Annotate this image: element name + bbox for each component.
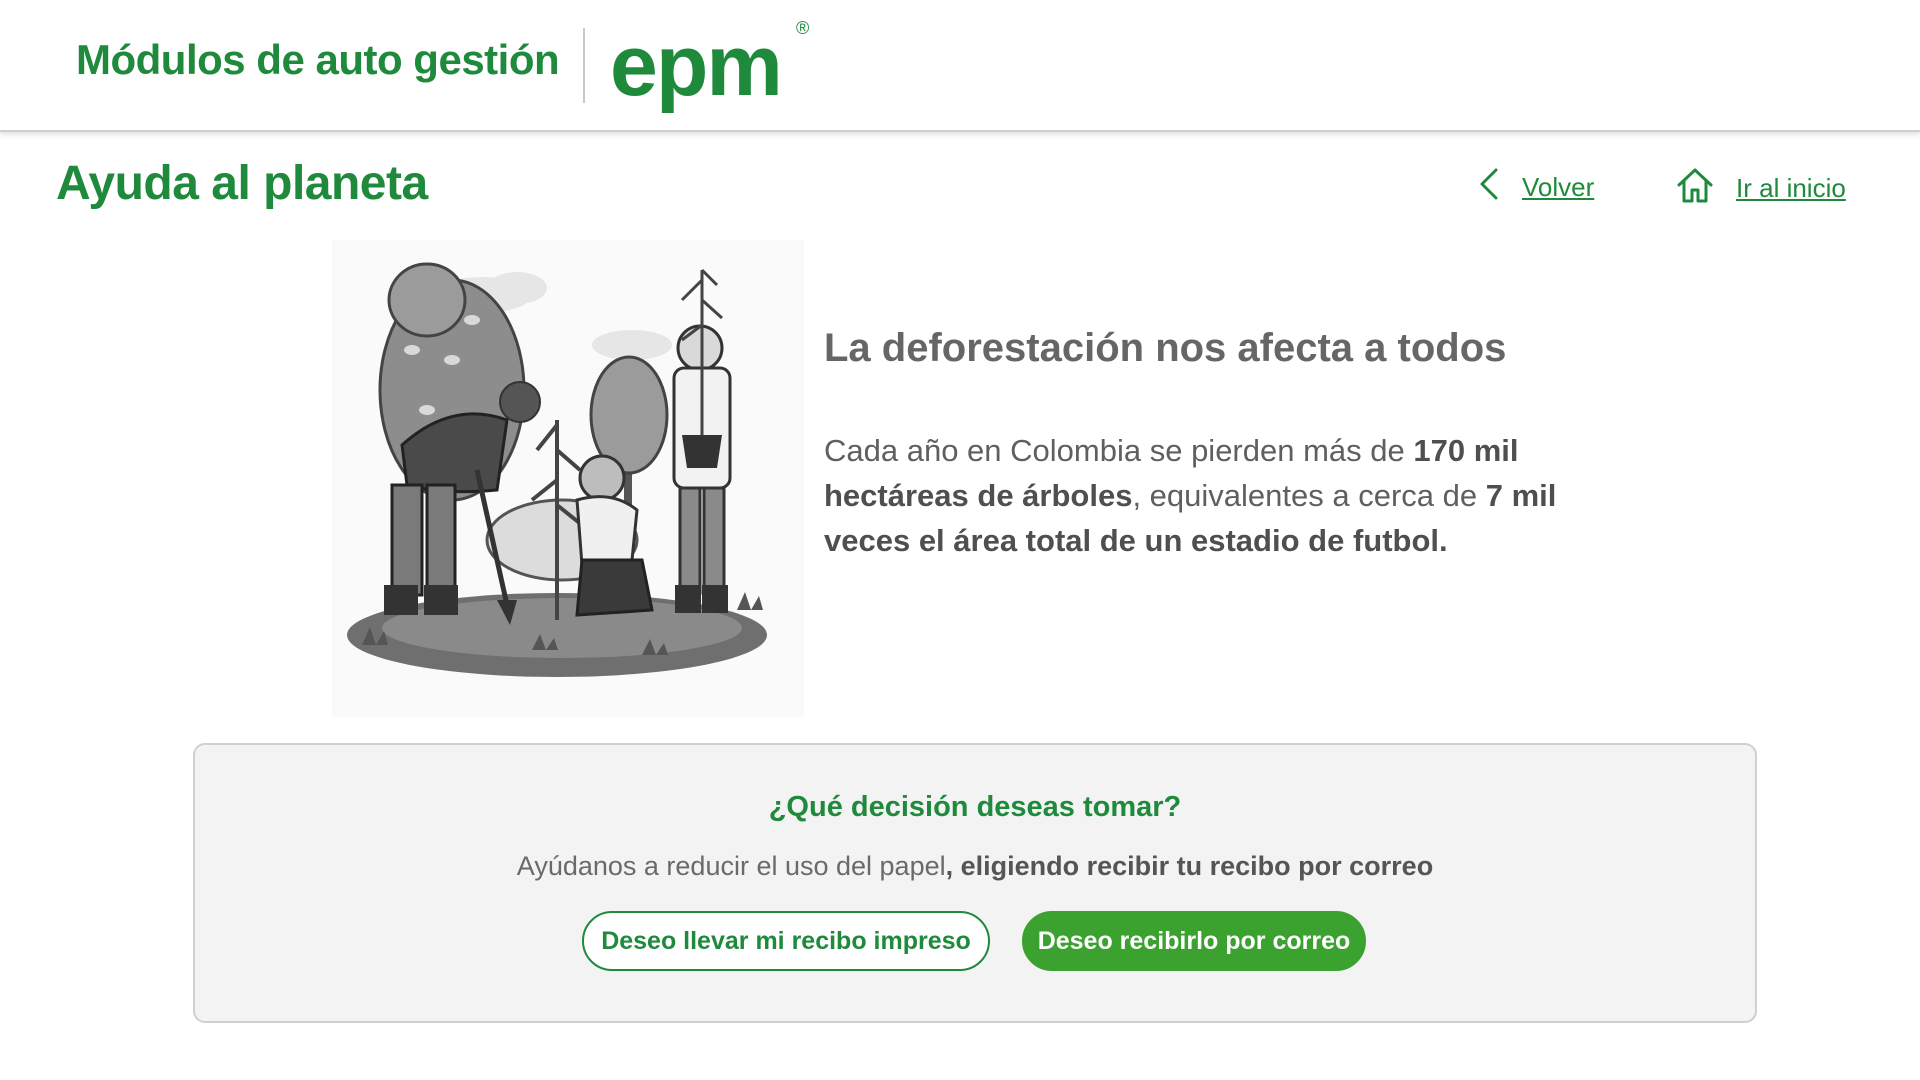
- decision-title: ¿Qué decisión deseas tomar?: [768, 791, 1182, 823]
- app-title: Módulos de auto gestión: [76, 36, 560, 83]
- back-label[interactable]: Volver: [1522, 172, 1594, 203]
- info-body-text: Cada año en Colombia se pierden más de: [824, 433, 1414, 468]
- logo-text: epm: [610, 18, 783, 114]
- page-title: Ayuda al planeta: [56, 157, 428, 210]
- people-planting-trees-illustration: [332, 240, 804, 718]
- decision-text: Ayúdanos a reducir el uso del papel, eli…: [195, 851, 1755, 882]
- top-header: Módulos de auto gestión epm ®: [0, 0, 1920, 132]
- home-link[interactable]: Ir al inicio: [1676, 166, 1846, 211]
- email-receipt-button[interactable]: Deseo recibirlo por correo: [1022, 911, 1366, 971]
- info-body-text: .: [1439, 523, 1448, 558]
- decision-card: ¿Qué decisión deseas tomar? Ayúdanos a r…: [193, 743, 1757, 1023]
- info-body-text: , equivalentes a cerca de: [1132, 478, 1486, 513]
- decision-text-bold: , eligiendo recibir tu recibo por correo: [945, 851, 1434, 881]
- header-divider: [583, 28, 585, 103]
- printed-receipt-button[interactable]: Deseo llevar mi recibo impreso: [582, 911, 990, 971]
- info-body: Cada año en Colombia se pierden más de 1…: [824, 428, 1624, 563]
- chevron-left-icon: [1478, 166, 1500, 209]
- logo-registered-mark: ®: [796, 18, 810, 38]
- epm-logo: epm ®: [610, 16, 830, 116]
- back-link[interactable]: Volver: [1478, 166, 1594, 209]
- decision-text-plain: Ayúdanos a reducir el uso del papel: [516, 851, 946, 881]
- home-label[interactable]: Ir al inicio: [1736, 173, 1846, 204]
- info-heading: La deforestación nos afecta a todos: [824, 326, 1507, 370]
- home-icon: [1676, 166, 1714, 211]
